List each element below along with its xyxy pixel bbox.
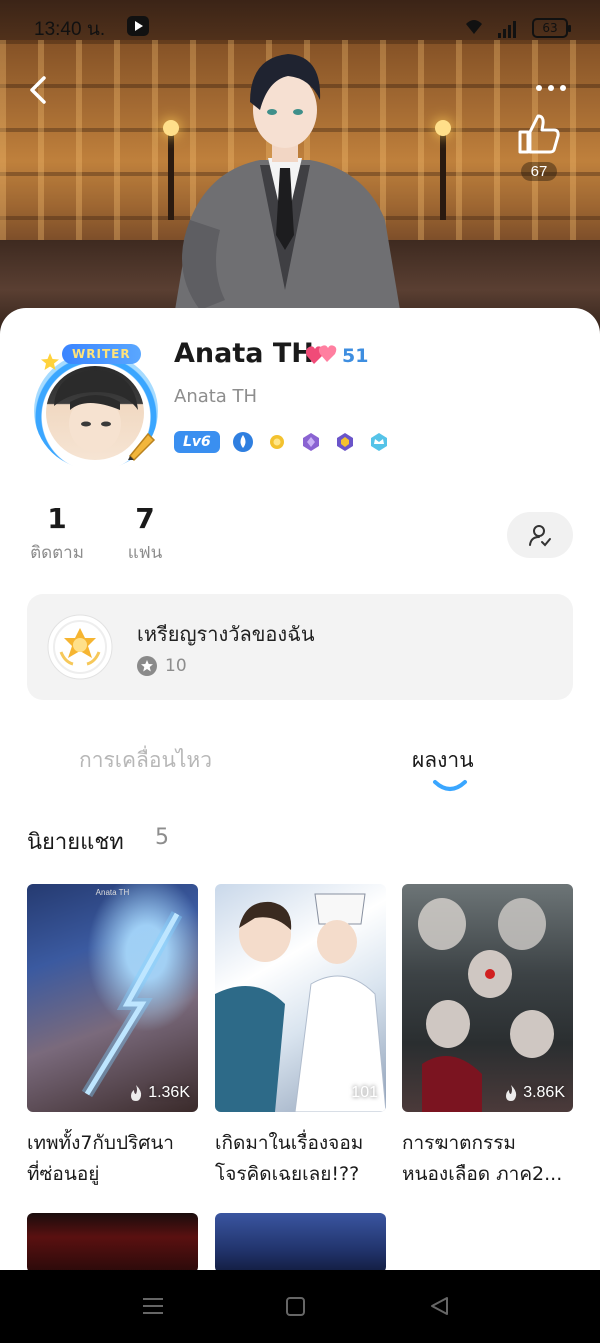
work-title: เทพทั้ง7กับปริศนา ที่ซ่อนอยู่ bbox=[27, 1128, 207, 1190]
read-count: 3.86K bbox=[523, 1084, 565, 1101]
medal-title: เหรียญรางวัลของฉัน bbox=[137, 622, 315, 646]
add-user-icon bbox=[529, 525, 551, 547]
work-title-line: เกิดมาในเรื่องจอม bbox=[215, 1132, 364, 1154]
read-count: 101 bbox=[351, 1084, 378, 1101]
status-time: 13:40 น. bbox=[34, 19, 106, 40]
banner-lamp bbox=[435, 120, 451, 220]
gold-shield-badge-icon[interactable] bbox=[334, 431, 356, 453]
status-bar: 13:40 น. 63 bbox=[0, 0, 600, 54]
battery-icon: 63 bbox=[532, 18, 571, 38]
read-count: 1.36K bbox=[148, 1084, 190, 1101]
section-title: นิยายแชท bbox=[27, 830, 124, 855]
medal-count: 10 bbox=[165, 656, 187, 676]
star-coin-icon bbox=[137, 656, 157, 676]
hearts-icon bbox=[305, 345, 337, 364]
wifi-icon bbox=[464, 16, 484, 40]
work-title-line: โจรคิดเฉยเลย!?? bbox=[215, 1163, 360, 1185]
work-card[interactable]: 101 เกิดมาในเรื่องจอม โจรคิดเฉยเลย!?? bbox=[215, 884, 386, 1190]
work-title-line: ที่ซ่อนอยู่ bbox=[27, 1163, 100, 1185]
cyan-crown-badge-icon[interactable] bbox=[368, 431, 390, 453]
fans-level: 51 bbox=[342, 345, 369, 367]
following-count: 1 bbox=[47, 502, 67, 535]
following-label: ติดตาม bbox=[30, 543, 84, 563]
follow-button[interactable] bbox=[507, 512, 573, 558]
read-count-badge: 1.36K bbox=[128, 1084, 190, 1102]
more-dots-icon[interactable] bbox=[536, 80, 572, 96]
cover-watermark: Anata TH bbox=[95, 888, 130, 897]
media-app-icon bbox=[127, 16, 149, 36]
work-cover: 101 bbox=[215, 884, 386, 1112]
avatar[interactable]: WRITER bbox=[28, 344, 168, 474]
fans-count: 7 bbox=[135, 502, 155, 535]
coin-badge-icon[interactable] bbox=[266, 431, 288, 453]
fire-icon bbox=[334, 1085, 345, 1101]
fans-stat[interactable]: 7 แฟน bbox=[124, 502, 166, 566]
fans-label: แฟน bbox=[127, 543, 163, 563]
like-button[interactable]: 67 bbox=[514, 112, 564, 181]
tab-active-indicator bbox=[433, 780, 467, 791]
badge-row: Lv6 bbox=[174, 431, 390, 453]
medal-count-row: 10 bbox=[137, 656, 187, 676]
recent-apps-icon[interactable] bbox=[142, 1296, 164, 1316]
home-icon[interactable] bbox=[286, 1297, 305, 1316]
water-drop-badge-icon[interactable] bbox=[232, 431, 254, 453]
profile-name: Anata TH bbox=[174, 338, 314, 369]
work-title-line: การฆาตกรรม bbox=[402, 1132, 516, 1154]
profile-username: Anata TH bbox=[174, 386, 258, 407]
work-card[interactable]: 3.86K การฆาตกรรม หนองเลือด ภาค2... bbox=[402, 884, 573, 1190]
work-cover bbox=[215, 1213, 386, 1273]
work-title: การฆาตกรรม หนองเลือด ภาค2... bbox=[402, 1128, 582, 1190]
fire-icon bbox=[131, 1085, 142, 1101]
work-cover bbox=[27, 1213, 198, 1273]
system-nav-bar bbox=[0, 1270, 600, 1343]
star-icon bbox=[41, 353, 59, 370]
medal-card[interactable]: เหรียญรางวัลของฉัน 10 bbox=[27, 594, 573, 700]
work-card[interactable]: Anata TH 1.36K เทพทั้ง7กับปริศนา ที่ซ่อน… bbox=[27, 884, 198, 1190]
like-count: 67 bbox=[520, 162, 558, 181]
work-title-line: เทพทั้ง7กับปริศนา bbox=[27, 1132, 174, 1154]
work-title: เกิดมาในเรื่องจอม โจรคิดเฉยเลย!?? bbox=[215, 1128, 395, 1190]
lightning-art bbox=[81, 911, 183, 1098]
signal-icon bbox=[498, 18, 518, 38]
tab-activity[interactable]: การเคลื่อนไหว bbox=[79, 744, 212, 777]
fire-icon bbox=[506, 1085, 517, 1101]
purple-gem-badge-icon[interactable] bbox=[300, 431, 322, 453]
cover-art bbox=[215, 893, 386, 1112]
cover-art bbox=[418, 898, 554, 1112]
pen-icon bbox=[128, 432, 156, 462]
nav-back-icon[interactable] bbox=[429, 1296, 449, 1316]
read-count-badge: 3.86K bbox=[503, 1084, 565, 1102]
level-badge[interactable]: Lv6 bbox=[174, 431, 220, 453]
medal-icon bbox=[47, 614, 113, 680]
work-title-line: หนองเลือด ภาค2... bbox=[402, 1163, 563, 1185]
work-card[interactable] bbox=[27, 1213, 198, 1273]
thumbs-up-icon bbox=[518, 114, 560, 154]
back-arrow-icon[interactable] bbox=[24, 72, 54, 108]
read-count-badge: 101 bbox=[331, 1084, 378, 1102]
banner-character bbox=[170, 54, 405, 340]
writer-badge: WRITER bbox=[62, 344, 141, 364]
work-cover: Anata TH 1.36K bbox=[27, 884, 198, 1112]
section-count: 5 bbox=[155, 825, 169, 850]
following-stat[interactable]: 1 ติดตาม bbox=[27, 502, 87, 566]
work-cover: 3.86K bbox=[402, 884, 573, 1112]
work-card[interactable] bbox=[215, 1213, 386, 1273]
tab-works[interactable]: ผลงาน bbox=[412, 744, 474, 777]
